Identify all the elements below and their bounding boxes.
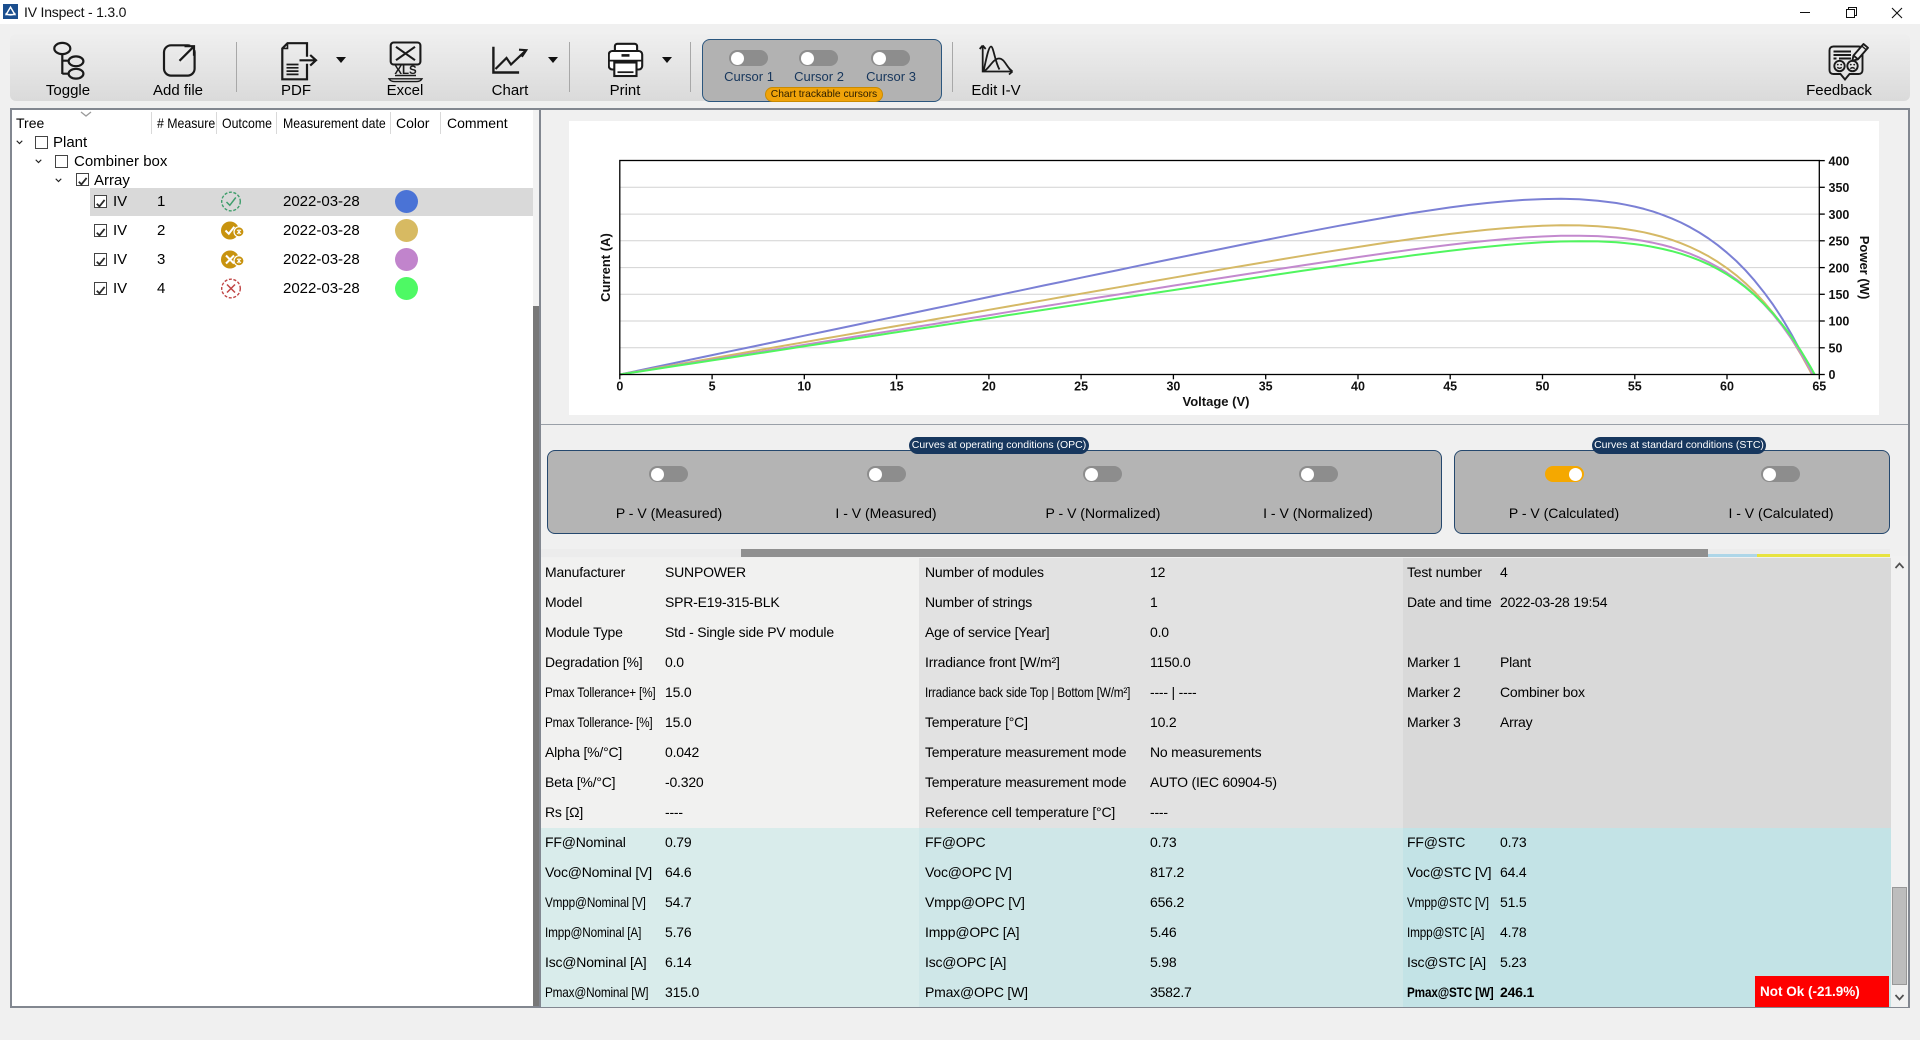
- svg-text:60: 60: [1720, 380, 1734, 394]
- svg-text:50: 50: [1536, 380, 1550, 394]
- svg-text:250: 250: [1829, 235, 1850, 249]
- svg-text:350: 350: [1829, 181, 1850, 195]
- svg-text:100: 100: [1829, 315, 1850, 329]
- svg-text:0: 0: [1829, 368, 1836, 382]
- svg-text:10: 10: [797, 380, 811, 394]
- svg-text:15: 15: [890, 380, 904, 394]
- svg-text:55: 55: [1628, 380, 1642, 394]
- svg-text:300: 300: [1829, 208, 1850, 222]
- svg-text:25: 25: [1074, 380, 1088, 394]
- svg-text:65: 65: [1812, 380, 1826, 394]
- svg-text:0: 0: [616, 380, 623, 394]
- svg-text:20: 20: [982, 380, 996, 394]
- svg-text:400: 400: [1829, 154, 1850, 168]
- svg-text:200: 200: [1829, 261, 1850, 275]
- svg-text:Voltage (V): Voltage (V): [1183, 394, 1250, 409]
- svg-text:40: 40: [1351, 380, 1365, 394]
- svg-text:150: 150: [1829, 288, 1850, 302]
- svg-text:45: 45: [1443, 380, 1457, 394]
- svg-text:50: 50: [1829, 342, 1843, 356]
- svg-text:30: 30: [1166, 380, 1180, 394]
- svg-text:35: 35: [1259, 380, 1273, 394]
- svg-text:Current (A): Current (A): [598, 233, 613, 302]
- svg-text:5: 5: [709, 380, 716, 394]
- svg-text:Power (W): Power (W): [1857, 236, 1872, 300]
